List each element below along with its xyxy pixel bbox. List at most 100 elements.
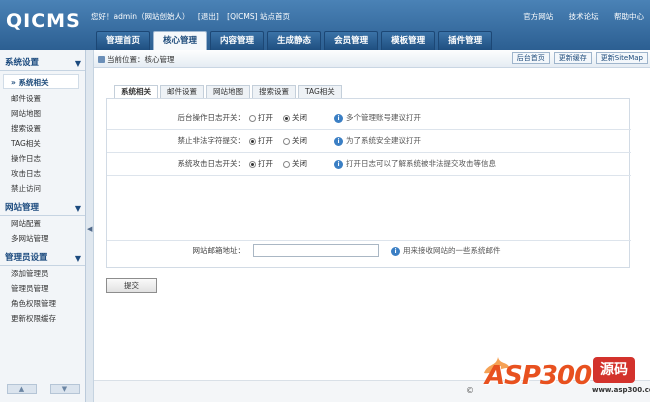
- breadcrumb-text: 当前位置：核心管理: [107, 55, 175, 64]
- radio-circle[interactable]: [283, 137, 290, 145]
- tab-system[interactable]: 系统相关: [114, 85, 158, 99]
- radio-circle[interactable]: [283, 160, 290, 168]
- radio-on[interactable]: 打开: [249, 134, 273, 148]
- sidebar-item-refresh-perm[interactable]: 更新权限缓存: [0, 311, 85, 326]
- top-header: QICMS 您好！admin（网站创始人） [退出] [QICMS] 站点首页 …: [0, 0, 650, 50]
- sidebar-item-add-admin[interactable]: 添加管理员: [0, 266, 85, 281]
- app-logo: QICMS: [6, 10, 81, 32]
- sidebar-item-op-log[interactable]: 操作日志: [0, 151, 85, 166]
- sidebar: 系统设置 ▼ 系统相关 邮件设置 网站地图 搜索设置 TAG相关 操作日志 攻击…: [0, 50, 86, 402]
- radio-label: 关闭: [292, 136, 307, 145]
- sidebar-item-mail[interactable]: 邮件设置: [0, 91, 85, 106]
- sidebar-section-system[interactable]: 系统设置 ▼: [0, 56, 85, 71]
- home-icon: [98, 56, 105, 63]
- sidebar-section-title: 管理员设置: [5, 253, 48, 263]
- divider: [107, 175, 631, 176]
- admin-home-button[interactable]: 后台首页: [511, 52, 550, 64]
- radio-circle[interactable]: [249, 114, 256, 122]
- breadcrumb: 当前位置：核心管理: [98, 54, 175, 65]
- logout-link[interactable]: [退出]: [198, 12, 219, 21]
- info-icon: i: [334, 113, 343, 123]
- sidebar-item-system-related[interactable]: 系统相关: [3, 74, 79, 89]
- tab-sitemap[interactable]: 网站地图: [206, 85, 250, 98]
- sidebar-item-ban[interactable]: 禁止访问: [0, 181, 85, 196]
- top-links: 官方网站 技术论坛 帮助中心: [510, 11, 644, 22]
- nav-tab-home[interactable]: 管理首页: [96, 31, 151, 50]
- radio-group: 打开 关闭: [249, 157, 307, 171]
- radio-circle-selected[interactable]: [249, 160, 256, 168]
- sidebar-item-tag[interactable]: TAG相关: [0, 136, 85, 151]
- copyright-text: ©: [466, 386, 474, 395]
- hint-text: 为了系统安全建议打开: [346, 136, 421, 145]
- official-site-link[interactable]: 官方网站: [523, 12, 553, 21]
- setting-label: 禁止非法字符提交：: [177, 136, 246, 145]
- collapse-left-icon[interactable]: ◀: [87, 225, 92, 233]
- sidebar-collapse-bar[interactable]: ◀: [86, 50, 94, 402]
- radio-label: 打开: [258, 113, 273, 122]
- site-home-link[interactable]: [QICMS] 站点首页: [227, 12, 290, 21]
- nav-tab-templates[interactable]: 模板管理: [381, 31, 436, 50]
- setting-hint: i 多个管理账号建议打开: [334, 111, 421, 125]
- sidebar-item-search[interactable]: 搜索设置: [0, 121, 85, 136]
- setting-row-illegal-chars: 禁止非法字符提交： 打开 关闭 i 为了系统安全建议打开: [107, 134, 631, 148]
- setting-label: 后台操作日志开关：: [177, 113, 246, 122]
- update-sitemap-button[interactable]: 更新SiteMap: [595, 52, 648, 64]
- radio-group: 打开 关闭: [249, 111, 307, 125]
- sidebar-section-site[interactable]: 网站管理 ▼: [0, 201, 85, 216]
- settings-tabs: 系统相关 邮件设置 网站地图 搜索设置 TAG相关: [114, 85, 342, 99]
- radio-label: 关闭: [292, 159, 307, 168]
- hint-text: 打开日志可以了解系统被非法提交攻击等信息: [346, 159, 496, 168]
- radio-label: 打开: [258, 136, 273, 145]
- tab-mail[interactable]: 邮件设置: [160, 85, 204, 98]
- breadcrumb-buttons: 后台首页 更新缓存 更新SiteMap: [511, 52, 648, 64]
- divider: [107, 129, 631, 130]
- radio-circle-selected[interactable]: [249, 137, 256, 145]
- watermark-logo: ASP300 源码 www.asp300.com: [480, 355, 650, 399]
- update-cache-button[interactable]: 更新缓存: [553, 52, 592, 64]
- tab-tag[interactable]: TAG相关: [298, 85, 342, 98]
- tab-search[interactable]: 搜索设置: [252, 85, 296, 98]
- radio-off[interactable]: 关闭: [283, 111, 307, 125]
- tech-forum-link[interactable]: 技术论坛: [569, 12, 599, 21]
- sidebar-section-title: 系统设置: [5, 58, 40, 68]
- sidebar-section-admin[interactable]: 管理员设置 ▼: [0, 251, 85, 266]
- hint-text: 多个管理账号建议打开: [346, 113, 421, 122]
- radio-off[interactable]: 关闭: [283, 157, 307, 171]
- settings-panel: 后台操作日志开关： 打开 关闭 i 多个管理账号建议打开 禁止非法字符提交： 打开…: [106, 98, 631, 268]
- chevron-down-icon[interactable]: ▼: [75, 251, 81, 266]
- help-center-link[interactable]: 帮助中心: [614, 12, 644, 21]
- chevron-down-icon[interactable]: ▼: [75, 201, 81, 216]
- nav-tab-core[interactable]: 核心管理: [153, 31, 208, 50]
- info-icon: i: [334, 159, 343, 169]
- main-nav: 管理首页 核心管理 内容管理 生成静态 会员管理 模板管理 插件管理: [96, 31, 493, 50]
- nav-tab-static[interactable]: 生成静态: [267, 31, 322, 50]
- sidebar-item-roles[interactable]: 角色权限管理: [0, 296, 85, 311]
- sidebar-item-sitemap[interactable]: 网站地图: [0, 106, 85, 121]
- email-field[interactable]: [253, 244, 379, 257]
- scroll-up-icon[interactable]: ▲: [6, 384, 37, 394]
- sidebar-item-attack-log[interactable]: 攻击日志: [0, 166, 85, 181]
- watermark-text: ASP300: [485, 361, 592, 391]
- submit-button[interactable]: 提交: [106, 278, 157, 293]
- nav-tab-plugins[interactable]: 插件管理: [438, 31, 493, 50]
- radio-on[interactable]: 打开: [249, 157, 273, 171]
- radio-off[interactable]: 关闭: [283, 134, 307, 148]
- nav-tab-members[interactable]: 会员管理: [324, 31, 379, 50]
- radio-label: 关闭: [292, 113, 307, 122]
- divider: [107, 240, 631, 241]
- chevron-down-icon[interactable]: ▼: [75, 56, 81, 71]
- setting-row-email: 网站邮箱地址： i 用来接收网站的一些系统邮件: [107, 244, 631, 260]
- sidebar-item-site-config[interactable]: 网站配置: [0, 216, 85, 231]
- radio-circle-selected[interactable]: [283, 114, 290, 122]
- setting-row-op-log: 后台操作日志开关： 打开 关闭 i 多个管理账号建议打开: [107, 111, 631, 125]
- sidebar-item-multi-site[interactable]: 多网站管理: [0, 231, 85, 246]
- setting-hint: i 打开日志可以了解系统被非法提交攻击等信息: [334, 157, 496, 171]
- radio-on[interactable]: 打开: [249, 111, 273, 125]
- nav-tab-content[interactable]: 内容管理: [210, 31, 265, 50]
- scroll-down-icon[interactable]: ▼: [49, 384, 80, 394]
- info-icon: i: [334, 136, 343, 146]
- sidebar-item-manage-admin[interactable]: 管理员管理: [0, 281, 85, 296]
- watermark-url: www.asp300.com: [592, 386, 650, 394]
- sidebar-footer: ▲ ▼: [0, 384, 86, 394]
- divider: [107, 152, 631, 153]
